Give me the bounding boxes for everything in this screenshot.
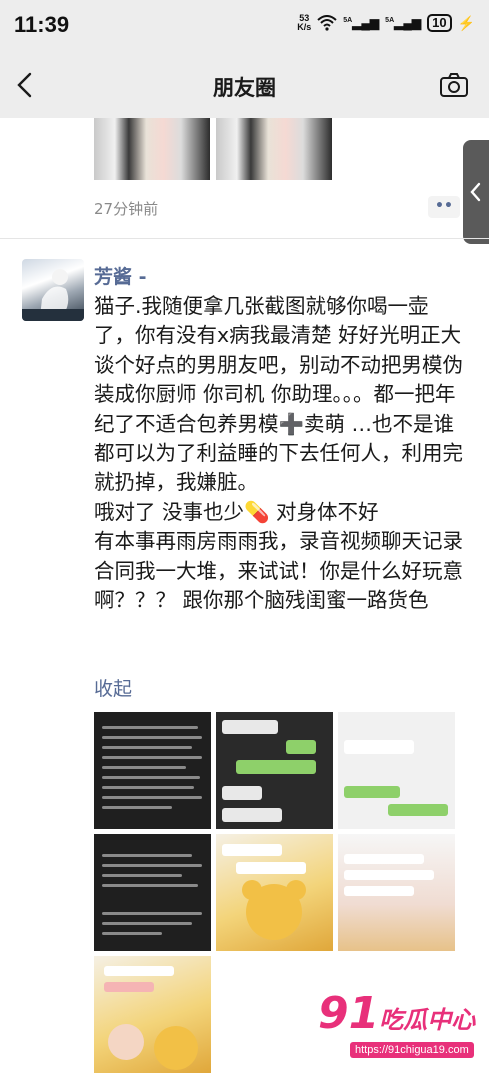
post-image[interactable] xyxy=(94,712,211,829)
post-image[interactable] xyxy=(338,712,455,829)
network-speed: 53 K/s xyxy=(297,13,312,32)
status-icons: 53 K/s 5A▂▄▆ 5A▂▄▆ 10 ⚡ xyxy=(297,14,475,32)
watermark-logo: 91吃瓜中心 xyxy=(318,988,476,1039)
camera-icon[interactable] xyxy=(439,72,469,98)
status-time: 11:39 xyxy=(14,12,70,37)
more-actions-button[interactable]: •• xyxy=(428,196,460,218)
chevron-left-icon xyxy=(470,182,481,202)
watermark: 91吃瓜中心 https://91chigua19.com xyxy=(318,990,486,1066)
side-drawer-handle[interactable] xyxy=(463,140,489,244)
signal-icon: 5A▂▄▆ xyxy=(385,16,422,30)
post-image[interactable] xyxy=(216,118,332,180)
avatar-image xyxy=(22,269,84,321)
post-time: 27分钟前 xyxy=(94,200,159,218)
post-image[interactable] xyxy=(216,834,333,951)
nav-bar: 朋友圈 xyxy=(0,52,489,118)
status-bar: 11:39 53 K/s 5A▂▄▆ 5A▂▄▆ 10 ⚡ xyxy=(0,0,489,52)
previous-post-images xyxy=(94,118,332,180)
charging-icon: ⚡ xyxy=(457,14,475,31)
battery-icon: 10 xyxy=(427,14,452,32)
post-image[interactable] xyxy=(94,956,211,1073)
post-image[interactable] xyxy=(94,834,211,951)
watermark-url: https://91chigua19.com xyxy=(350,1042,474,1058)
post-text: 猫子.我随便拿几张截图就够你喝一壶了，你有没有x病我最清楚 好好光明正大谈个好点… xyxy=(94,294,463,613)
post-image[interactable] xyxy=(94,118,210,180)
post-divider xyxy=(0,238,489,239)
collapse-link[interactable]: 收起 xyxy=(94,674,132,701)
avatar[interactable] xyxy=(22,259,84,321)
post-image[interactable] xyxy=(338,834,455,951)
wifi-icon xyxy=(317,15,337,31)
signal-icon: 5A▂▄▆ xyxy=(343,16,380,30)
post-image[interactable] xyxy=(216,712,333,829)
page-title: 朋友圈 xyxy=(213,76,276,100)
post-author-name[interactable]: 芳酱 - xyxy=(94,262,147,289)
